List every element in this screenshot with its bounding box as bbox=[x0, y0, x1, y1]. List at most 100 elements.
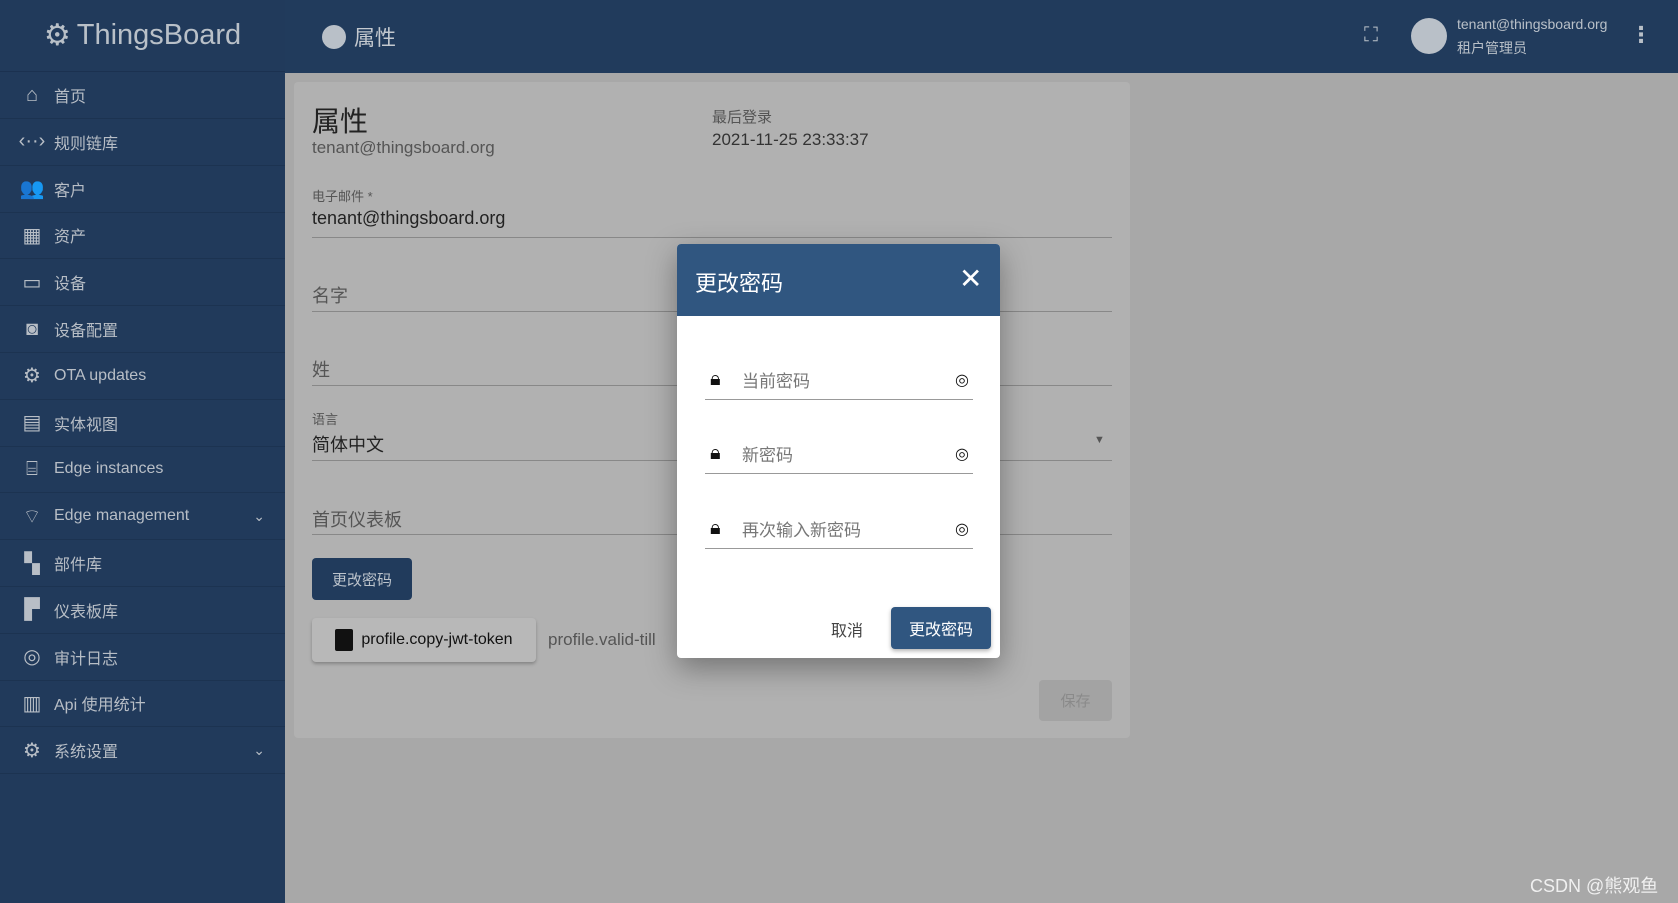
last-login-value: 2021-11-25 23:33:37 bbox=[712, 130, 869, 149]
change-password-button[interactable]: 更改密码 bbox=[312, 558, 412, 600]
sidebar-item-11[interactable]: ▚ 部件库 bbox=[0, 540, 285, 587]
valid-till-text: profile.valid-till bbox=[548, 630, 656, 649]
language-select[interactable]: 简体中文 bbox=[312, 431, 384, 457]
repeat-password-field[interactable]: 🔒︎ 再次输入新密码 ◎ bbox=[705, 509, 973, 549]
account-circle-icon bbox=[322, 25, 346, 49]
sidebar-item-label: 设备 bbox=[54, 276, 87, 294]
sidebar-item-label: 客户 bbox=[54, 182, 87, 200]
home-dashboard-input[interactable]: 首页仪表板 bbox=[312, 506, 402, 532]
antenna-icon: ⌔ bbox=[22, 505, 42, 528]
sidebar-item-5[interactable]: ▭ 设备 bbox=[0, 259, 285, 307]
sidebar-item-label: 资产 bbox=[54, 229, 87, 247]
sidebar-item-label: 规则链库 bbox=[54, 135, 119, 153]
submit-label: 更改密码 bbox=[908, 622, 973, 639]
lock-icon: 🔒︎ bbox=[710, 517, 721, 539]
device-profile-icon: ◙ bbox=[25, 317, 39, 340]
save-button[interactable]: 保存 bbox=[1039, 680, 1112, 721]
sidebar-item-label: Api 使用统计 bbox=[54, 697, 146, 715]
sidebar-item-label: 设备配置 bbox=[54, 323, 119, 340]
sidebar-item-7[interactable]: ⚙ OTA updates bbox=[0, 353, 285, 400]
visibility-off-icon[interactable]: ◎ bbox=[955, 444, 969, 464]
settings-icon: ⚙ bbox=[23, 739, 41, 762]
chip-icon: ⚙ bbox=[23, 365, 41, 388]
sidebar-item-label: Edge management bbox=[54, 507, 190, 525]
dropdown-arrow-icon[interactable]: ▼ bbox=[1094, 434, 1105, 446]
fullscreen-icon[interactable]: ⛶ bbox=[1364, 24, 1378, 47]
app-name: ThingsBoard bbox=[76, 19, 242, 51]
cancel-button[interactable]: 取消 bbox=[812, 608, 882, 650]
language-label: 语言 bbox=[312, 412, 339, 427]
sidebar-item-2[interactable]: ‹··› 规则链库 bbox=[0, 119, 285, 166]
lock-icon: 🔒︎ bbox=[710, 368, 721, 390]
current-password-input[interactable]: 当前密码 bbox=[742, 367, 955, 392]
building-icon: ▦ bbox=[22, 224, 42, 247]
devices-icon: ▭ bbox=[22, 271, 42, 294]
sidebar-item-4[interactable]: ▦ 资产 bbox=[0, 212, 285, 260]
sidebar-item-14[interactable]: ▥ Api 使用统计 bbox=[0, 680, 285, 728]
email-label: 电子邮件 * bbox=[312, 189, 373, 204]
submit-change-password-button[interactable]: 更改密码 bbox=[891, 607, 991, 649]
sidebar-item-10[interactable]: ⌔ Edge management ⌄ bbox=[0, 493, 285, 541]
people-icon: 👥 bbox=[19, 178, 45, 201]
top-bar: 属性 ⛶ tenant@thingsboard.org 租户管理员 ⋮ bbox=[285, 0, 1678, 73]
sidebar-item-label: 系统设置 bbox=[54, 744, 119, 762]
sidebar-item-9[interactable]: ⌸ Edge instances bbox=[0, 446, 285, 494]
profile-title: 属性 bbox=[312, 106, 369, 137]
sidebar: ⚙ ThingsBoard ⌂ 首页 ‹··› 规则链库 👥 客户 ▦ 资产 ▭ 设备 ◙ 设备配置 ⚙… bbox=[0, 0, 285, 903]
change-password-dialog: 更改密码 ✕ 🔒︎ 当前密码 ◎ 🔒︎ 新密码 ◎ 🔒︎ 再次输入新密码 ◎ 取… bbox=[677, 244, 1000, 658]
close-icon[interactable]: ✕ bbox=[959, 262, 982, 295]
copy-jwt-token-button[interactable]: profile.copy-jwt-token bbox=[312, 618, 536, 662]
sidebar-item-1[interactable]: ⌂ 首页 bbox=[0, 72, 285, 119]
router-icon: ⌸ bbox=[26, 457, 38, 480]
sidebar-item-12[interactable]: ▛ 仪表板库 bbox=[0, 587, 285, 634]
chevron-down-icon[interactable]: ⌄ bbox=[253, 508, 265, 525]
user-avatar[interactable] bbox=[1411, 18, 1447, 54]
sidebar-item-label: 部件库 bbox=[54, 557, 103, 574]
change-password-label: 更改密码 bbox=[331, 571, 392, 589]
save-label: 保存 bbox=[1060, 693, 1091, 710]
sidebar-item-label: OTA updates bbox=[54, 366, 147, 384]
sidebar-item-label: Edge instances bbox=[54, 460, 164, 478]
sidebar-item-6[interactable]: ◙ 设备配置 bbox=[0, 306, 285, 353]
track-changes-icon: ◎ bbox=[23, 646, 41, 669]
dashboard-icon: ▛ bbox=[24, 599, 40, 622]
sidebar-item-label: 实体视图 bbox=[54, 416, 119, 434]
chevron-down-icon[interactable]: ⌄ bbox=[253, 742, 265, 759]
profile-subtitle: tenant@thingsboard.org bbox=[312, 138, 495, 157]
sidebar-item-3[interactable]: 👥 客户 bbox=[0, 166, 285, 213]
visibility-off-icon[interactable]: ◎ bbox=[955, 370, 969, 390]
clipboard-icon bbox=[335, 629, 354, 651]
chart-icon: ▥ bbox=[22, 692, 42, 715]
code-arrows-icon: ‹··› bbox=[18, 130, 46, 153]
watermark: CSDN @熊观鱼 bbox=[1530, 876, 1659, 896]
sidebar-item-15[interactable]: ⚙ 系统设置 ⌄ bbox=[0, 727, 285, 775]
sidebar-item-label: 审计日志 bbox=[54, 650, 119, 668]
current-password-field[interactable]: 🔒︎ 当前密码 ◎ bbox=[705, 360, 973, 400]
sidebar-item-8[interactable]: ▤ 实体视图 bbox=[0, 400, 285, 447]
sidebar-item-label: 首页 bbox=[54, 89, 87, 106]
user-role: 租户管理员 bbox=[1457, 40, 1527, 56]
dialog-title: 更改密码 bbox=[695, 271, 784, 296]
view-icon: ▤ bbox=[22, 412, 42, 435]
sidebar-item-13[interactable]: ◎ 审计日志 bbox=[0, 634, 285, 681]
last-name-input[interactable]: 姓 bbox=[312, 356, 330, 382]
more-vert-icon[interactable]: ⋮ bbox=[1630, 22, 1652, 48]
email-input[interactable]: tenant@thingsboard.org bbox=[312, 208, 505, 229]
user-email: tenant@thingsboard.org bbox=[1457, 16, 1608, 32]
thingsboard-logo-icon: ⚙ bbox=[43, 19, 71, 52]
sidebar-item-label: 仪表板库 bbox=[54, 603, 119, 621]
page-title: 属性 bbox=[354, 27, 396, 50]
repeat-password-input[interactable]: 再次输入新密码 bbox=[742, 516, 955, 541]
new-password-input[interactable]: 新密码 bbox=[742, 441, 955, 466]
widgets-icon: ▚ bbox=[24, 552, 40, 575]
dialog-header: 更改密码 ✕ bbox=[677, 244, 1000, 316]
logo[interactable]: ⚙ ThingsBoard bbox=[0, 0, 285, 72]
new-password-field[interactable]: 🔒︎ 新密码 ◎ bbox=[705, 434, 973, 474]
cancel-label: 取消 bbox=[830, 623, 863, 640]
copy-jwt-label: profile.copy-jwt-token bbox=[361, 631, 513, 648]
home-icon: ⌂ bbox=[25, 83, 39, 106]
email-underline bbox=[312, 237, 1112, 238]
first-name-input[interactable]: 名字 bbox=[312, 282, 348, 308]
visibility-off-icon[interactable]: ◎ bbox=[955, 519, 969, 539]
lock-icon: 🔒︎ bbox=[710, 442, 721, 464]
